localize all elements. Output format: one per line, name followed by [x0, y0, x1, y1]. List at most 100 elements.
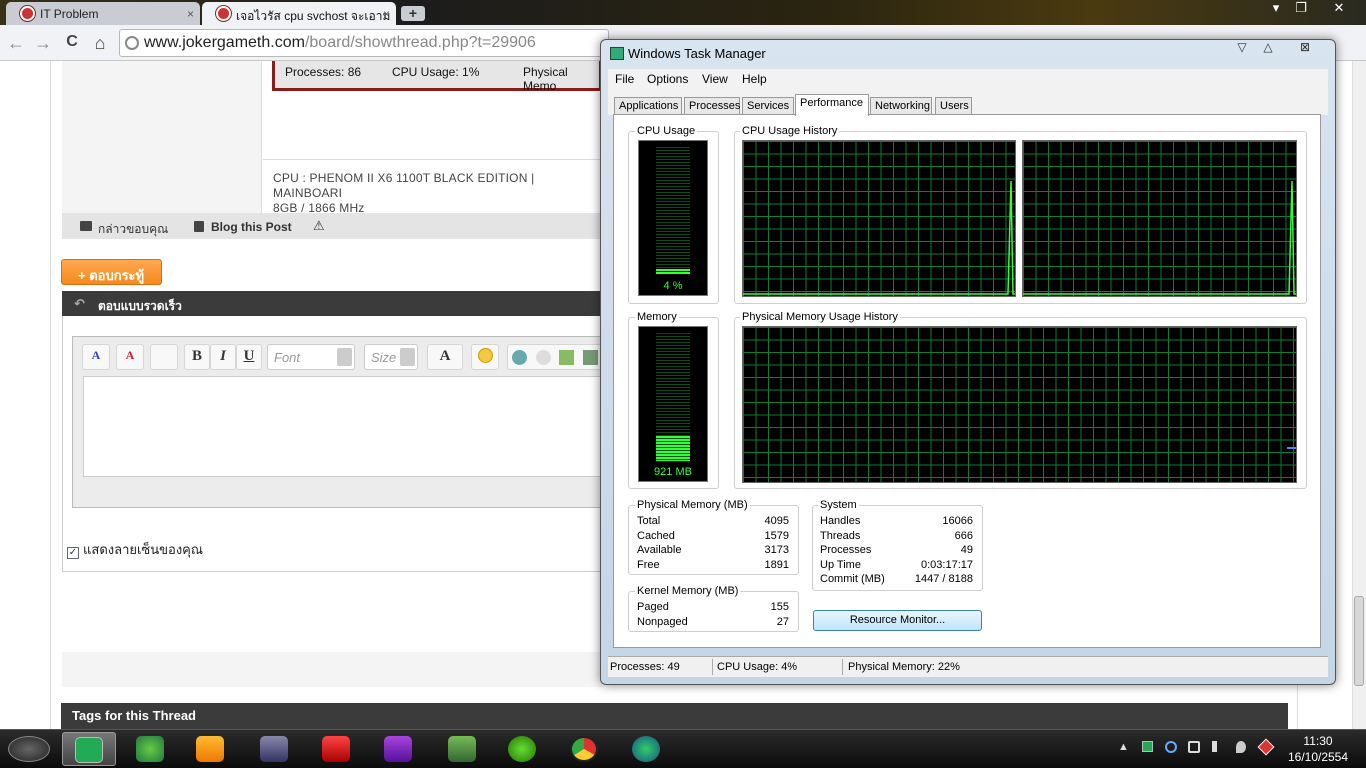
- km-nonpaged-label: Nonpaged: [637, 616, 688, 628]
- taskbar-gpu-tool[interactable]: [440, 732, 484, 766]
- cpu-meter-fill: [656, 269, 690, 275]
- reply-thread-button[interactable]: + ตอบกระทู้: [61, 259, 162, 285]
- address-bar[interactable]: www.jokergameth.com/board/showthread.php…: [119, 29, 609, 57]
- km-paged-value: 155: [770, 601, 789, 613]
- show-signature-checkbox[interactable]: ✓ แสดงลายเซ็นของคุณ: [67, 539, 203, 560]
- tab-networking[interactable]: Networking: [870, 97, 932, 115]
- menu-help[interactable]: Help: [742, 72, 767, 86]
- signature-line: CPU : PHENOM II X6 1100T BLACK EDITION |…: [273, 171, 535, 200]
- clock-time: 11:30: [1303, 734, 1333, 748]
- menu-options[interactable]: Options: [647, 72, 688, 86]
- taskbar-utorrent[interactable]: [500, 732, 544, 766]
- clapperboard-icon: [260, 736, 288, 762]
- taskbar-flash[interactable]: [314, 732, 358, 766]
- start-button[interactable]: [2, 732, 56, 766]
- page-gray-band: [62, 652, 602, 687]
- status-memory: Physical Memo: [523, 65, 568, 93]
- status-physical-memory: Physical Memory: 22%: [848, 661, 960, 673]
- taskbar-chrome[interactable]: [562, 732, 606, 766]
- browser-restore-button[interactable]: ❐: [1290, 0, 1312, 16]
- remove-format-icon[interactable]: A: [116, 344, 144, 370]
- sys-threads-label: Threads: [820, 530, 861, 542]
- task-manager-title: Windows Task Manager: [628, 46, 766, 61]
- size-placeholder: Size: [371, 350, 397, 365]
- editor-blank-button[interactable]: [150, 344, 178, 370]
- thanks-link[interactable]: กล่าวขอบคุณ: [98, 220, 168, 239]
- post-signature: CPU : PHENOM II X6 1100T BLACK EDITION |…: [273, 171, 603, 216]
- text-color-button[interactable]: A: [427, 344, 463, 370]
- forward-arrow-icon[interactable]: →: [32, 33, 54, 54]
- message-textarea[interactable]: [83, 376, 602, 477]
- physical-memory-label: Physical Memory (MB): [635, 499, 750, 511]
- memory-value: 921 MB: [654, 466, 692, 478]
- graphics-card-icon: [448, 736, 476, 762]
- task-manager-icon: [75, 737, 103, 763]
- image-icon[interactable]: [559, 350, 574, 365]
- underline-button[interactable]: U: [236, 344, 262, 370]
- menu-view[interactable]: View: [702, 72, 728, 86]
- cpu-usage-label: CPU Usage: [635, 125, 698, 137]
- tray-volume-icon[interactable]: [1212, 741, 1223, 752]
- home-icon[interactable]: ⌂: [89, 33, 111, 54]
- blog-this-post-link[interactable]: Blog this Post: [211, 220, 292, 234]
- video-icon[interactable]: [583, 350, 598, 365]
- tray-security-icon[interactable]: [1257, 738, 1275, 756]
- browser-tab-it-problem[interactable]: IT Problem ×: [6, 2, 200, 25]
- switch-mode-icon[interactable]: A: [82, 344, 110, 370]
- resource-monitor-button[interactable]: Resource Monitor...: [813, 610, 982, 631]
- pm-total-value: 4095: [764, 515, 789, 527]
- tray-expand-icon[interactable]: ▲: [1118, 741, 1129, 753]
- new-tab-button[interactable]: +: [401, 6, 425, 21]
- taskbar-clock[interactable]: 11:30 16/10/2554: [1286, 733, 1350, 765]
- tray-drop-icon[interactable]: [1236, 741, 1246, 753]
- tab-users[interactable]: Users: [935, 97, 972, 115]
- browser-tab-thread[interactable]: เจอไวรัส cpu svchost จะเอาม ×: [202, 2, 396, 25]
- sys-commit-value: 1447 / 8188: [914, 573, 973, 585]
- tab-processes[interactable]: Processes: [684, 97, 740, 115]
- smiley-icon[interactable]: [471, 344, 499, 370]
- pm-cached-value: 1579: [764, 530, 789, 542]
- back-arrow-icon[interactable]: ←: [5, 33, 27, 54]
- pm-total-label: Total: [637, 515, 661, 527]
- taskbar-messenger[interactable]: [128, 732, 172, 766]
- unlink-icon[interactable]: [536, 350, 551, 365]
- tray-task-manager-icon[interactable]: [1142, 741, 1153, 752]
- memory-meter-fill: [656, 436, 690, 461]
- tm-minimize-button[interactable]: ▽: [1229, 40, 1255, 54]
- site-favicon-icon: [20, 6, 35, 21]
- cpu-history-line: [1023, 180, 1296, 295]
- taskbar-download-manager[interactable]: [624, 732, 668, 766]
- post-author-column: [62, 61, 262, 214]
- tab-services[interactable]: Services: [742, 97, 794, 115]
- tab-close-icon[interactable]: ×: [187, 7, 194, 21]
- tray-network-status-icon[interactable]: [1165, 741, 1177, 753]
- tm-maximize-button[interactable]: △: [1255, 40, 1281, 54]
- scrollbar-thumb[interactable]: [1354, 596, 1364, 686]
- browser-minimize-button[interactable]: ▾: [1265, 0, 1287, 16]
- taskbar-task-manager[interactable]: [62, 732, 116, 766]
- menu-file[interactable]: File: [615, 72, 634, 86]
- pm-available-value: 3173: [764, 544, 789, 556]
- tab-performance[interactable]: Performance: [795, 94, 869, 116]
- status-processes: Processes: 49: [610, 661, 680, 673]
- report-icon[interactable]: ⚠: [313, 218, 325, 234]
- taskbar-cpuz[interactable]: [376, 732, 420, 766]
- link-icon[interactable]: [512, 350, 527, 365]
- reload-icon[interactable]: C: [61, 33, 83, 51]
- task-manager-icon: [610, 47, 624, 60]
- taskbar-media-player[interactable]: [188, 732, 232, 766]
- tab-close-icon[interactable]: ×: [383, 7, 390, 21]
- tm-close-button[interactable]: ⊠: [1292, 40, 1318, 54]
- checkbox-check-icon[interactable]: ✓: [67, 547, 79, 559]
- signature-divider: [263, 159, 603, 160]
- site-favicon-icon: [216, 6, 231, 21]
- bold-button[interactable]: B: [184, 344, 210, 370]
- tray-network-icon[interactable]: [1188, 741, 1200, 753]
- italic-button[interactable]: I: [210, 344, 236, 370]
- size-select[interactable]: Size: [364, 344, 418, 370]
- taskbar-video-editor[interactable]: [252, 732, 296, 766]
- tab-applications[interactable]: Applications: [614, 97, 682, 115]
- clock-date: 16/10/2554: [1287, 750, 1349, 764]
- font-select[interactable]: Font: [267, 344, 355, 370]
- browser-close-button[interactable]: ✕: [1328, 0, 1350, 16]
